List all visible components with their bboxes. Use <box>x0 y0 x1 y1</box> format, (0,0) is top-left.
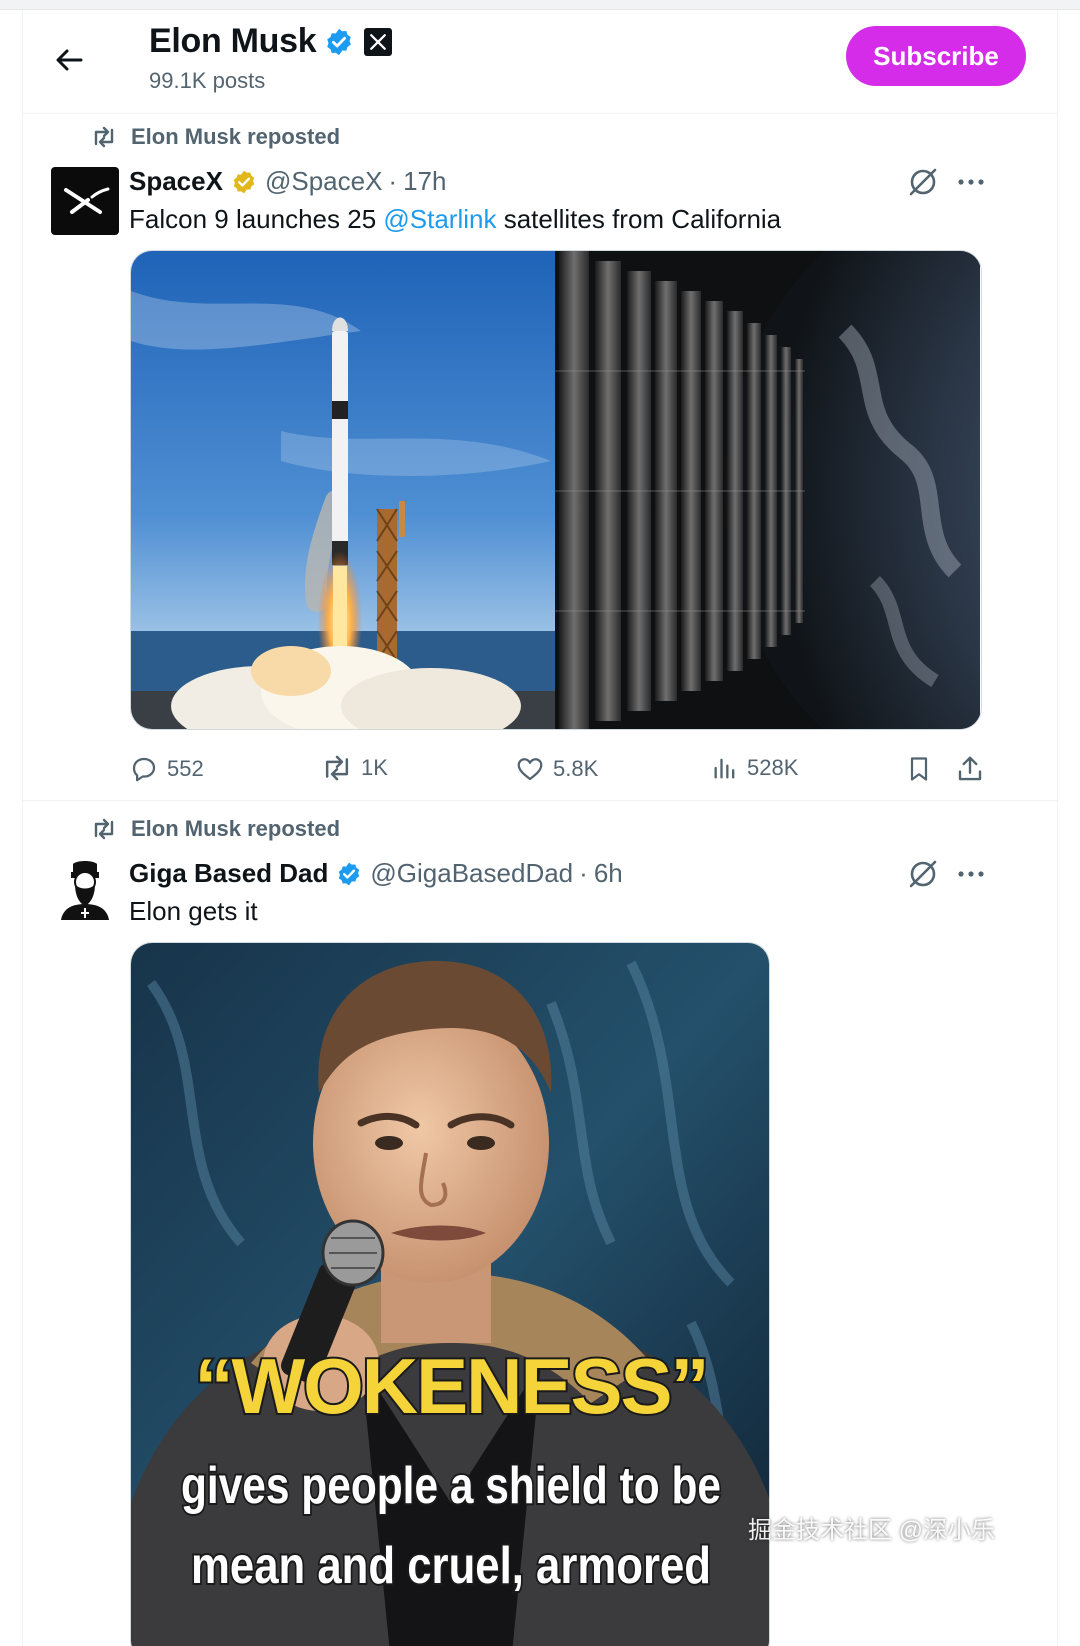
profile-timeline: Elon Musk 99.1K posts Subscribe Elon Mus… <box>22 10 1058 1646</box>
post-count: 99.1K posts <box>149 68 266 93</box>
repost-label: Elon Musk reposted <box>131 124 341 149</box>
like-icon <box>517 758 543 781</box>
x-logo-icon <box>364 27 393 56</box>
views-button[interactable]: 528K <box>711 754 798 782</box>
bearded-man-avatar-icon <box>61 861 109 920</box>
like-button[interactable]: 5.8K <box>515 754 598 784</box>
reply-count: 552 <box>167 756 204 781</box>
author-name[interactable]: SpaceX <box>129 166 223 197</box>
watermark: 掘金技术社区 @深小乐 <box>748 1517 996 1544</box>
meme-image[interactable]: “WOKENESS” gives people a shield to be m… <box>130 942 770 1646</box>
reply-icon <box>132 757 156 782</box>
repost-indicator: Elon Musk reposted <box>91 124 340 150</box>
meme-line-1: gives people a shield to be <box>181 1457 721 1515</box>
author-row: SpaceX @SpaceX · 17h <box>129 166 446 197</box>
profile-header: Elon Musk 99.1K posts Subscribe <box>23 10 1057 114</box>
back-arrow-icon <box>56 49 83 71</box>
profile-name-row: Elon Musk <box>149 22 393 61</box>
post-time[interactable]: 17h <box>403 166 446 197</box>
repost-icon <box>325 755 349 781</box>
verified-icon <box>327 28 352 55</box>
top-strip <box>0 0 1080 10</box>
avatar[interactable] <box>51 167 119 235</box>
meme-headline: “WOKENESS” <box>194 1342 707 1430</box>
post-text: Falcon 9 launches 25 @Starlink satellite… <box>129 204 781 235</box>
spacex-logo-icon <box>64 187 110 214</box>
verified-icon <box>339 862 360 885</box>
verified-icon <box>233 170 255 193</box>
post-spacex[interactable]: Elon Musk reposted SpaceX @SpaceX · 17h <box>23 114 1057 806</box>
subscribe-button[interactable]: Subscribe <box>846 26 1026 86</box>
views-count: 528K <box>747 755 799 780</box>
profile-name: Elon Musk <box>149 22 317 60</box>
more-icon[interactable] <box>953 164 989 200</box>
repost-label: Elon Musk reposted <box>131 816 341 841</box>
back-button[interactable] <box>49 40 89 80</box>
author-handle[interactable]: @GigaBasedDad <box>370 858 573 889</box>
post-text-before: Falcon 9 launches 25 <box>129 204 384 234</box>
post-text-after: satellites from California <box>496 204 782 234</box>
bookmark-button[interactable] <box>905 754 941 784</box>
reply-button[interactable]: 552 <box>129 754 204 784</box>
grok-icon[interactable] <box>905 856 941 892</box>
post-divider <box>23 800 1057 801</box>
repost-button[interactable]: 1K <box>321 754 388 782</box>
mention-link[interactable]: @Starlink <box>383 204 496 234</box>
more-icon[interactable] <box>953 856 989 892</box>
repost-indicator: Elon Musk reposted <box>91 816 340 842</box>
meme-line-2: mean and cruel, armored <box>191 1537 711 1595</box>
share-button[interactable] <box>955 754 993 784</box>
starlink-satellites-image[interactable] <box>555 251 981 729</box>
bookmark-icon <box>910 757 928 781</box>
author-name[interactable]: Giga Based Dad <box>129 858 328 889</box>
post-time[interactable]: 6h <box>594 858 623 889</box>
post-media[interactable] <box>130 250 982 730</box>
author-row: Giga Based Dad @GigaBasedDad · 6h <box>129 858 623 889</box>
grok-icon[interactable] <box>905 164 941 200</box>
separator-dot: · <box>388 166 398 196</box>
rocket-launch-image[interactable] <box>131 251 555 729</box>
views-icon <box>714 758 735 779</box>
repost-count: 1K <box>361 755 388 780</box>
share-icon <box>958 756 982 781</box>
repost-icon <box>94 818 114 840</box>
separator-dot: · <box>579 858 588 888</box>
avatar[interactable] <box>51 856 119 924</box>
like-count: 5.8K <box>553 756 599 781</box>
post-text: Elon gets it <box>129 896 258 926</box>
post-actions: 552 1K 5.8K 528K <box>129 754 989 794</box>
author-handle[interactable]: @SpaceX <box>265 166 382 197</box>
repost-icon <box>94 126 114 148</box>
